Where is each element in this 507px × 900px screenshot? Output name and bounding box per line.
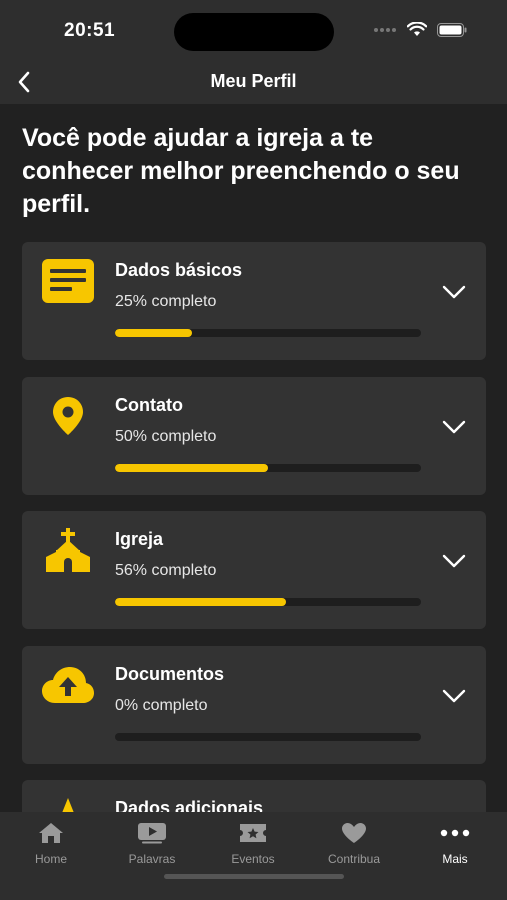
location-pin-icon	[40, 393, 96, 439]
battery-icon	[437, 22, 467, 37]
section-progress-text: 56% completo	[115, 562, 217, 579]
intro-text: Você pode ajudar a igreja a te conhecer …	[22, 124, 460, 218]
progress-bar	[115, 733, 421, 741]
cloud-upload-icon	[40, 662, 96, 708]
wifi-icon	[407, 22, 427, 36]
section-title: Igreja	[115, 529, 164, 549]
tab-label: Palavras	[128, 852, 176, 866]
section-card-documentos[interactable]: Documentos 0% completo	[22, 646, 486, 764]
section-progress-text: 25% completo	[115, 293, 217, 310]
section-card-contato[interactable]: Contato 50% completo	[22, 377, 486, 495]
dynamic-island	[174, 13, 334, 51]
tab-home[interactable]: Home	[1, 820, 101, 866]
status-time: 20:51	[64, 20, 116, 41]
tab-label: Home	[34, 852, 67, 866]
play-video-icon	[102, 820, 202, 846]
progress-bar	[115, 598, 421, 606]
section-card-dados-adicionais[interactable]: Dados adicionais	[22, 780, 486, 812]
signal-icon	[374, 27, 396, 32]
document-lines-icon	[40, 258, 96, 304]
tab-bar: Home Palavras Eventos Contribua Mais	[0, 812, 507, 900]
section-card-igreja[interactable]: Igreja 56% completo	[22, 511, 486, 629]
tab-palavras[interactable]: Palavras	[102, 820, 202, 866]
church-icon	[40, 527, 96, 573]
section-title: Documentos	[115, 664, 225, 684]
chevron-down-icon[interactable]	[440, 547, 468, 575]
more-dots-icon	[405, 820, 505, 846]
nav-bar: Meu Perfil	[0, 60, 507, 104]
chevron-down-icon[interactable]	[440, 413, 468, 441]
progress-bar	[115, 464, 421, 472]
status-icons	[373, 22, 467, 37]
section-progress-text: 50% completo	[115, 428, 217, 445]
section-title: Dados básicos	[115, 260, 243, 280]
progress-fill	[115, 329, 192, 337]
home-icon	[1, 820, 101, 846]
section-title: Contato	[115, 395, 183, 415]
chevron-down-icon[interactable]	[440, 278, 468, 306]
progress-fill	[115, 464, 268, 472]
section-card-dados-basicos[interactable]: Dados básicos 25% completo	[22, 242, 486, 360]
chevron-down-icon[interactable]	[440, 682, 468, 710]
section-title: Dados adicionais	[115, 798, 264, 812]
ticket-icon	[203, 820, 303, 846]
progress-fill	[115, 598, 287, 606]
profile-content[interactable]: Você pode ajudar a igreja a te conhecer …	[0, 104, 507, 812]
heart-icon	[304, 820, 404, 846]
home-indicator	[164, 874, 344, 879]
status-bar: 20:51	[0, 0, 507, 60]
tab-label: Contribua	[327, 852, 381, 866]
page-title: Meu Perfil	[210, 71, 297, 91]
tab-eventos[interactable]: Eventos	[203, 820, 303, 866]
progress-bar	[115, 329, 421, 337]
tab-label: Eventos	[231, 852, 275, 866]
star-icon	[40, 796, 96, 812]
tab-label: Mais	[442, 852, 468, 866]
tab-contribua[interactable]: Contribua	[304, 820, 404, 866]
tab-mais[interactable]: Mais	[405, 820, 505, 866]
section-progress-text: 0% completo	[115, 697, 208, 714]
